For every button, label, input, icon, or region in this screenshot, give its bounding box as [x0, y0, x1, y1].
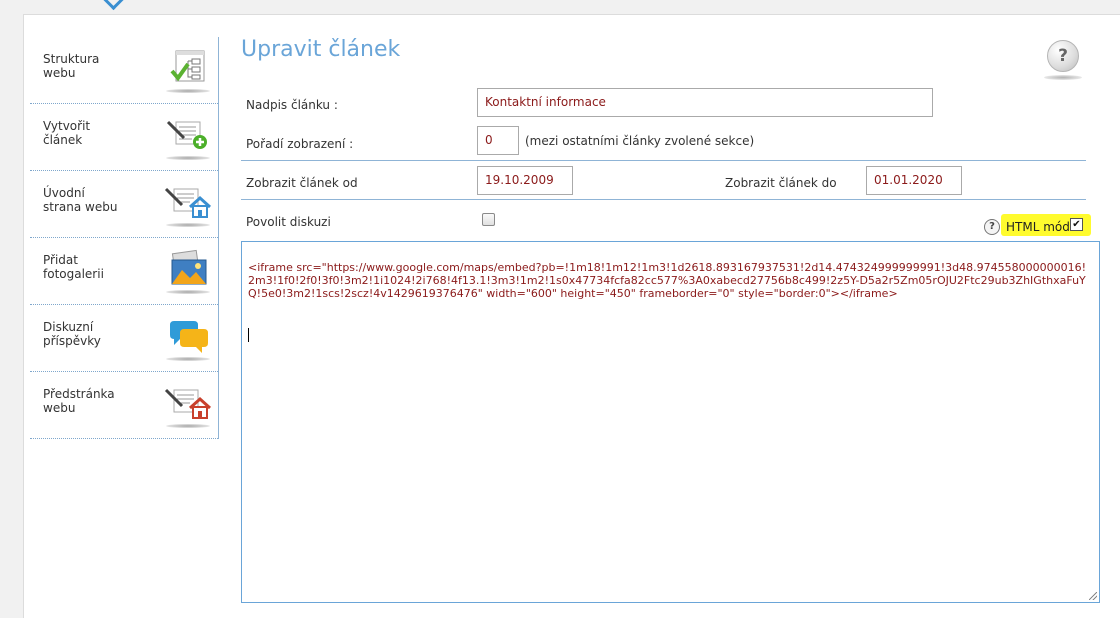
html-mode-toggle[interactable]: HTML mód ✔ — [1001, 214, 1091, 236]
show-from-label: Zobrazit článek od — [246, 176, 358, 190]
order-label: Pořadí zobrazení : — [246, 137, 354, 151]
sidebar-item-label: Diskuzní příspěvky — [43, 320, 101, 348]
html-mode-help-icon[interactable]: ? — [984, 219, 1000, 235]
create-article-icon — [164, 114, 212, 160]
photo-gallery-icon — [164, 248, 212, 294]
text-cursor — [248, 328, 249, 342]
help-icon-shadow — [1044, 75, 1082, 80]
sidebar: Struktura webu Vytvořit článek Úvodní st… — [30, 37, 219, 439]
content-panel: Struktura webu Vytvořit článek Úvodní st… — [23, 14, 1120, 618]
sidebar-item-homepage[interactable]: Úvodní strana webu — [30, 171, 218, 238]
site-structure-icon — [164, 47, 212, 93]
order-input[interactable]: 0 — [477, 126, 519, 155]
sidebar-item-label: Přidat fotogalerii — [43, 253, 104, 281]
discussion-icon — [164, 315, 212, 361]
html-mode-label: HTML mód — [1006, 220, 1070, 234]
show-to-label: Zobrazit článek do — [725, 176, 837, 190]
sidebar-item-discussion-posts[interactable]: Diskuzní příspěvky — [30, 305, 218, 372]
sidebar-item-label: Předstránka webu — [43, 387, 115, 415]
sidebar-item-label: Vytvořit článek — [43, 119, 91, 147]
sidebar-item-create-article[interactable]: Vytvořit článek — [30, 104, 218, 171]
sidebar-item-site-structure[interactable]: Struktura webu — [30, 37, 218, 104]
divider — [241, 199, 1086, 200]
sidebar-item-label: Úvodní strana webu — [43, 186, 118, 214]
sidebar-item-intro-page[interactable]: Předstránka webu — [30, 372, 218, 439]
homepage-icon — [164, 181, 212, 227]
html-mode-checkbox[interactable]: ✔ — [1070, 218, 1083, 231]
intro-page-icon — [164, 382, 212, 428]
sidebar-item-label: Struktura webu — [43, 52, 100, 80]
html-editor[interactable]: <iframe src="https://www.google.com/maps… — [241, 241, 1100, 603]
help-icon[interactable]: ? — [1047, 40, 1079, 72]
headline-label: Nadpis článku : — [246, 98, 338, 112]
divider — [241, 160, 1086, 161]
editor-content[interactable]: <iframe src="https://www.google.com/maps… — [248, 261, 1089, 300]
show-from-input[interactable]: 19.10.2009 — [477, 166, 573, 195]
page-title: Upravit článek — [241, 37, 401, 62]
sidebar-item-add-gallery[interactable]: Přidat fotogalerii — [30, 238, 218, 305]
section-indicator-caret — [102, 0, 125, 11]
order-hint: (mezi ostatními články zvolené sekce) — [525, 134, 755, 148]
show-to-input[interactable]: 01.01.2020 — [866, 166, 962, 195]
resize-handle[interactable] — [1089, 592, 1097, 600]
headline-input[interactable]: Kontaktní informace — [477, 88, 933, 117]
discussion-checkbox[interactable] — [482, 213, 495, 226]
discussion-label: Povolit diskuzi — [246, 215, 331, 229]
